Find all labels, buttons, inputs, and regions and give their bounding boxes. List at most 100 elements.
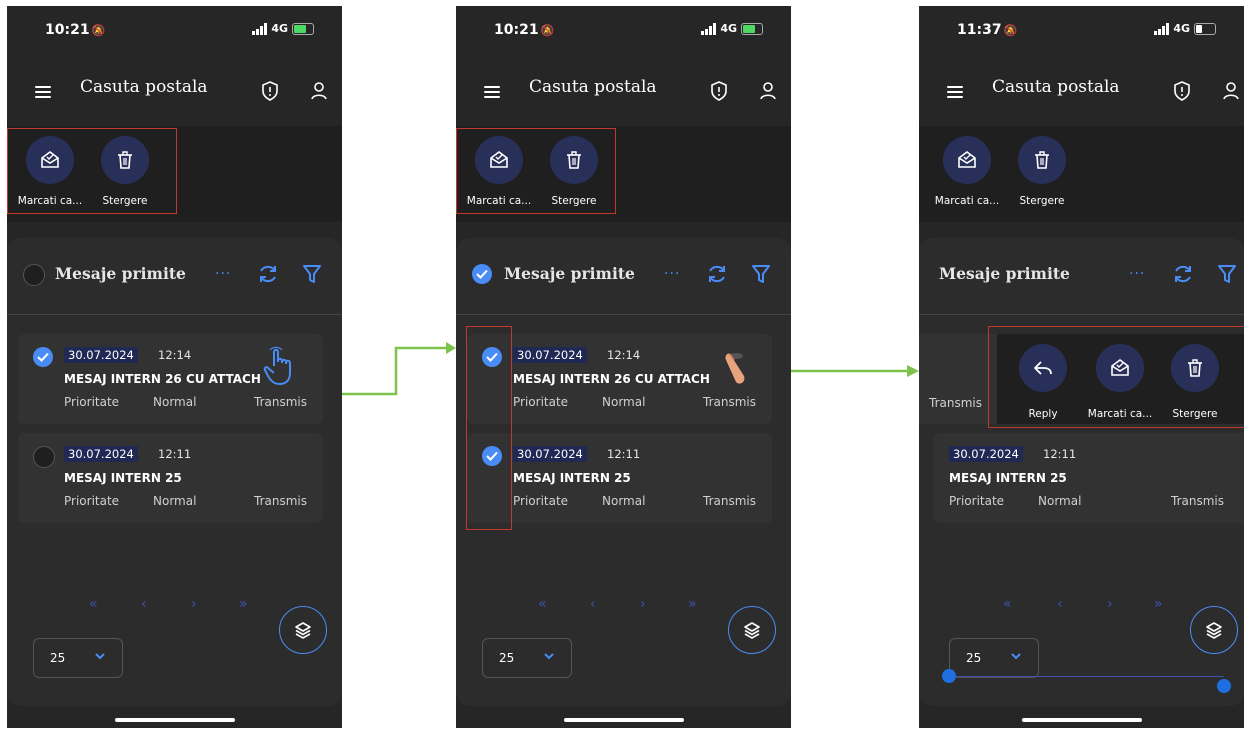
delete-button[interactable]: Stergere <box>1007 136 1077 207</box>
action-toolbar: Marcati ca... Stergere <box>919 126 1244 222</box>
user-icon[interactable] <box>1221 80 1241 102</box>
shield-icon[interactable] <box>709 80 729 102</box>
highlight-box <box>988 326 1244 428</box>
item-checkbox[interactable] <box>33 446 55 468</box>
message-time: 12:11 <box>158 447 192 461</box>
app-header: Casuta postala <box>919 54 1244 126</box>
priority-value: Normal <box>1038 494 1082 508</box>
message-date: 30.07.2024 <box>949 446 1023 462</box>
more-icon[interactable]: ··· <box>215 266 231 282</box>
status-bar: 11:37 🔕 4G <box>919 6 1244 54</box>
app-header: Casuta postala <box>456 54 791 126</box>
list-header: Mesaje primite ··· <box>456 238 791 315</box>
prev-page-button[interactable]: ‹ <box>590 596 596 612</box>
more-icon[interactable]: ··· <box>664 266 680 282</box>
list-item[interactable]: 30.07.2024 12:11 MESAJ INTERN 25 Priorit… <box>934 433 1244 523</box>
menu-icon[interactable] <box>947 86 963 101</box>
message-time: 12:14 <box>158 348 192 362</box>
page-size-value: 25 <box>966 651 982 665</box>
first-page-button[interactable]: « <box>538 596 547 612</box>
layers-button[interactable] <box>1190 606 1238 654</box>
home-indicator <box>563 718 684 722</box>
page-size-select[interactable]: 25 <box>949 638 1039 678</box>
page-title: Casuta postala <box>529 77 657 97</box>
refresh-icon[interactable] <box>257 263 279 285</box>
first-page-button[interactable]: « <box>1003 596 1012 612</box>
filter-icon[interactable] <box>302 263 322 285</box>
layers-button[interactable] <box>279 606 327 654</box>
refresh-icon[interactable] <box>706 263 728 285</box>
priority-label: Prioritate <box>64 494 120 508</box>
phone-screen-3: 11:37 🔕 4G Casuta postala Marcati ca... S… <box>919 6 1244 728</box>
status-bar: 10:21 🔕 4G <box>456 6 791 54</box>
priority-label: Prioritate <box>513 395 569 409</box>
bell-muted-icon: 🔕 <box>1003 24 1018 37</box>
finger-icon <box>725 353 745 384</box>
clock: 11:37 🔕 <box>957 22 1018 38</box>
shield-icon[interactable] <box>260 80 280 102</box>
next-page-button[interactable]: › <box>640 596 646 612</box>
message-time: 12:11 <box>607 447 641 461</box>
more-icon[interactable]: ··· <box>1129 266 1145 282</box>
flow-arrow-1 <box>342 342 456 396</box>
swipe-start-dot <box>942 669 956 683</box>
list-item[interactable]: 30.07.2024 12:14 MESAJ INTERN 26 CU ATTA… <box>467 334 772 424</box>
list-title: Mesaje primite <box>55 264 186 283</box>
check-icon <box>37 352 49 362</box>
user-icon[interactable] <box>309 80 329 102</box>
network-label: 4G <box>271 22 288 35</box>
bell-muted-icon: 🔕 <box>540 24 555 37</box>
message-subject: MESAJ INTERN 25 <box>64 471 182 485</box>
message-status: Transmis <box>703 494 756 508</box>
select-all-checkbox[interactable] <box>23 264 45 286</box>
layers-icon <box>1206 622 1222 639</box>
filter-icon[interactable] <box>1217 263 1237 285</box>
next-page-button[interactable]: › <box>1107 596 1113 612</box>
status-bar: 10:21 🔕 4G <box>7 6 342 54</box>
chevron-down-icon <box>1011 653 1021 660</box>
message-date: 30.07.2024 <box>513 446 587 462</box>
signal-icon <box>701 22 717 35</box>
last-page-button[interactable]: » <box>239 596 248 612</box>
list-title: Mesaje primite <box>939 264 1070 283</box>
select-all-checkbox[interactable] <box>472 264 492 284</box>
first-page-button[interactable]: « <box>89 596 98 612</box>
priority-value: Normal <box>602 395 646 409</box>
network-label: 4G <box>720 22 737 35</box>
page-size-value: 25 <box>499 651 515 665</box>
priority-value: Normal <box>153 395 197 409</box>
list-item[interactable]: 30.07.2024 12:11 MESAJ INTERN 25 Priorit… <box>18 433 323 523</box>
list-header: Mesaje primite ··· <box>7 238 342 315</box>
last-page-button[interactable]: » <box>1154 596 1163 612</box>
mark-as-button[interactable]: Marcati ca... <box>932 136 1002 207</box>
clock: 10:21 🔕 <box>494 22 555 38</box>
menu-icon[interactable] <box>484 86 500 101</box>
message-status: Transmis <box>254 494 307 508</box>
page-size-select[interactable]: 25 <box>33 638 123 678</box>
trash-icon <box>1035 151 1049 169</box>
user-icon[interactable] <box>758 80 778 102</box>
page-size-value: 25 <box>50 651 66 665</box>
page-size-select[interactable]: 25 <box>482 638 572 678</box>
prev-page-button[interactable]: ‹ <box>1057 596 1063 612</box>
item-checkbox[interactable] <box>33 347 53 367</box>
layers-button[interactable] <box>728 606 776 654</box>
next-page-button[interactable]: › <box>191 596 197 612</box>
refresh-icon[interactable] <box>1172 263 1194 285</box>
shield-icon[interactable] <box>1172 80 1192 102</box>
list-item[interactable]: 30.07.2024 12:11 MESAJ INTERN 25 Priorit… <box>467 433 772 523</box>
highlight-box <box>456 128 616 214</box>
message-subject: MESAJ INTERN 25 <box>513 471 631 485</box>
battery-charging-icon <box>292 22 314 35</box>
filter-icon[interactable] <box>751 263 771 285</box>
signal-icon <box>252 22 268 35</box>
prev-page-button[interactable]: ‹ <box>141 596 147 612</box>
last-page-button[interactable]: » <box>688 596 697 612</box>
priority-label: Prioritate <box>513 494 569 508</box>
list-item[interactable]: 30.07.2024 12:14 MESAJ INTERN 26 CU ATTA… <box>18 334 323 424</box>
message-date: 30.07.2024 <box>513 347 587 363</box>
flow-arrow-2 <box>791 365 919 377</box>
message-status: Transmis <box>254 395 307 409</box>
layers-icon <box>295 622 311 639</box>
menu-icon[interactable] <box>35 86 51 101</box>
